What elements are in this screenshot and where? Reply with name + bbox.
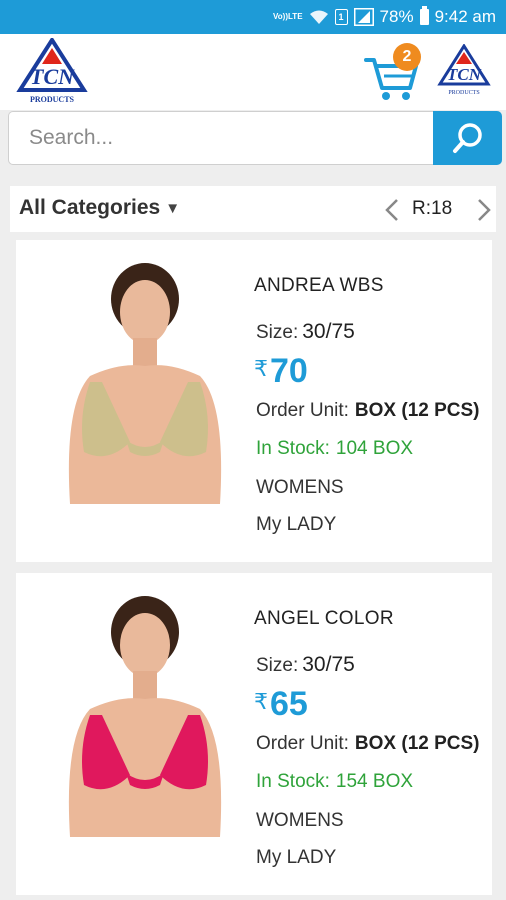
svg-text:TCN: TCN bbox=[30, 64, 75, 89]
product-card[interactable]: ANGEL COLOR Size: 30/75 ₹65 Order Unit: BO… bbox=[16, 573, 492, 895]
product-brand: My LADY bbox=[256, 847, 337, 868]
product-order-unit: Order Unit: BOX (12 PCS) bbox=[256, 400, 480, 421]
product-image[interactable] bbox=[50, 254, 228, 504]
logo-text: PRODUCTS bbox=[30, 95, 75, 104]
product-size: Size: 30/75 bbox=[256, 320, 355, 343]
product-name: ANDREA WBS bbox=[254, 275, 384, 296]
svg-text:TCN: TCN bbox=[447, 65, 482, 84]
sim-icon: 1 bbox=[334, 9, 348, 25]
app-header: TCN PRODUCTS 2 TCN PRODUCTS bbox=[0, 34, 506, 110]
status-bar: Vo)) LTE 1 78% 9:42 am bbox=[0, 0, 506, 34]
search-bar bbox=[8, 111, 502, 165]
product-price: ₹65 bbox=[254, 685, 308, 723]
product-brand: My LADY bbox=[256, 514, 337, 535]
category-dropdown[interactable]: All Categories ▼ bbox=[19, 196, 180, 220]
product-stock: In Stock: 104 BOX bbox=[256, 438, 414, 459]
product-size: Size: 30/75 bbox=[256, 653, 355, 676]
record-count: R:18 bbox=[412, 198, 453, 219]
battery-icon bbox=[419, 6, 429, 25]
volte-icon: Vo)) LTE bbox=[273, 12, 303, 21]
cart-count-badge[interactable]: 2 bbox=[393, 43, 421, 71]
brand-logo-small: TCN PRODUCTS bbox=[437, 44, 491, 96]
search-button[interactable] bbox=[433, 111, 502, 165]
chevron-left-icon[interactable] bbox=[382, 197, 402, 223]
chevron-right-icon[interactable] bbox=[474, 197, 494, 223]
wifi-icon bbox=[309, 9, 329, 25]
product-stock: In Stock: 154 BOX bbox=[256, 771, 414, 792]
product-name: ANGEL COLOR bbox=[254, 608, 394, 629]
product-order-unit: Order Unit: BOX (12 PCS) bbox=[256, 733, 480, 754]
search-icon bbox=[452, 123, 482, 153]
signal-icon bbox=[353, 8, 374, 26]
product-image[interactable] bbox=[50, 587, 228, 837]
search-input[interactable] bbox=[8, 111, 434, 165]
logo-text-small: PRODUCTS bbox=[448, 90, 479, 96]
category-label: All Categories bbox=[19, 196, 161, 219]
battery-percent: 78% bbox=[379, 7, 414, 26]
caret-down-icon: ▼ bbox=[165, 199, 181, 217]
brand-logo[interactable]: TCN PRODUCTS bbox=[12, 38, 92, 106]
clock: 9:42 am bbox=[434, 7, 496, 26]
product-gender: WOMENS bbox=[256, 810, 344, 831]
product-price: ₹70 bbox=[254, 352, 308, 390]
product-card[interactable]: ANDREA WBS Size: 30/75 ₹70 Order Unit: BOX… bbox=[16, 240, 492, 562]
category-bar: All Categories ▼ R:18 bbox=[10, 186, 496, 232]
product-gender: WOMENS bbox=[256, 477, 344, 498]
